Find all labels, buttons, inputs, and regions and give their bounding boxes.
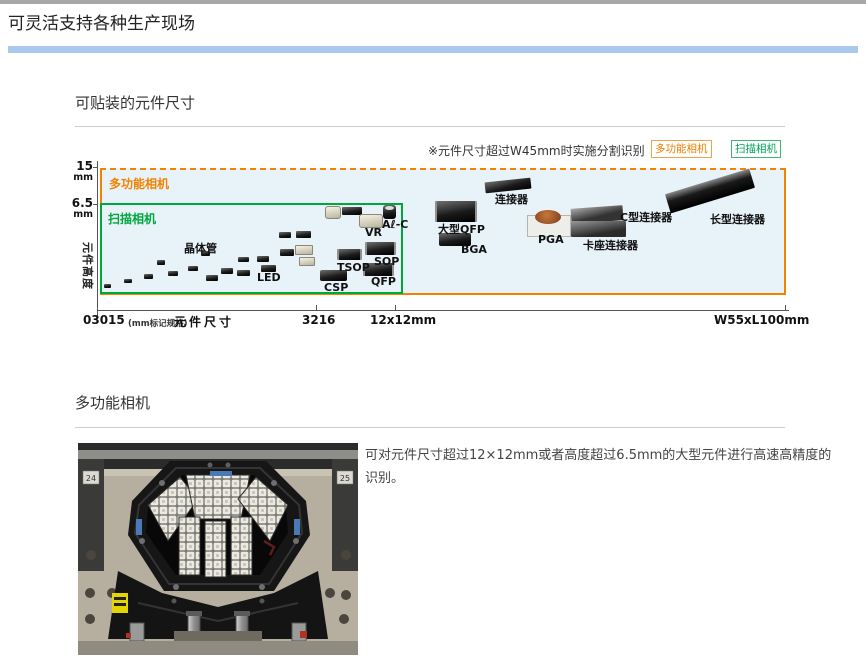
- label-csp: CSP: [324, 281, 348, 294]
- accent-bar: [8, 46, 858, 53]
- chip-small: [237, 270, 250, 276]
- label-vr: VR: [365, 226, 382, 239]
- section2-heading: 多功能相机: [75, 392, 150, 413]
- chip-small-light: [295, 245, 313, 255]
- label-c-type-connector: C型连接器: [620, 209, 672, 225]
- y-label-15-value: 15: [66, 160, 93, 173]
- component-vr-small: [325, 206, 341, 219]
- component-tsop: [337, 249, 362, 260]
- photo-tag-25: 25: [340, 474, 350, 483]
- chip-small: [221, 268, 233, 274]
- x-axis-line: [97, 310, 789, 311]
- chip-small: [104, 284, 111, 288]
- chip-small: [296, 231, 311, 238]
- label-qfp: QFP: [371, 275, 396, 288]
- page: 可灵活支持各种生产现场 可贴装的元件尺寸 ※元件尺寸超过W45mm时实施分割识别…: [0, 0, 866, 664]
- section1-heading: 可贴装的元件尺寸: [75, 92, 195, 113]
- photo-tag-24: 24: [86, 474, 96, 483]
- page-title: 可灵活支持各种生产现场: [8, 9, 195, 34]
- chip-small: [168, 271, 178, 276]
- section1-rule: [75, 126, 785, 127]
- chip-small-light: [299, 257, 315, 266]
- x-tick-12x12: [395, 305, 396, 310]
- label-al-c: Aℓ-C: [382, 218, 408, 231]
- chip-small: [144, 274, 153, 279]
- legend-badge-scan-camera: 扫描相机: [731, 140, 781, 158]
- x-label-12x12mm: 12x12mm: [370, 313, 436, 327]
- x-axis-title: 元件尺寸: [174, 313, 234, 330]
- component-pga-body: [535, 210, 561, 224]
- chip-small: [124, 279, 132, 283]
- label-bga: BGA: [461, 243, 487, 256]
- label-connector: 连接器: [495, 191, 528, 207]
- split-recognition-note: ※元件尺寸超过W45mm时实施分割识别: [428, 142, 645, 159]
- x-tick-3216: [316, 305, 317, 310]
- chip-small: [188, 266, 198, 271]
- chip-small: [238, 257, 249, 262]
- y-label-6_5-value: 6.5: [66, 197, 93, 210]
- chip-small: [280, 249, 294, 256]
- x-label-3216: 3216: [302, 313, 335, 327]
- x-tick-max: [785, 305, 786, 310]
- top-border: [0, 0, 866, 4]
- chip-small: [157, 260, 165, 265]
- y-tick-6_5: [93, 204, 97, 205]
- label-led: LED: [257, 271, 281, 284]
- label-card-socket-connector: 卡座连接器: [583, 237, 638, 253]
- multi-camera-zone-label: 多功能相机: [109, 175, 169, 192]
- chip-small: [279, 232, 291, 238]
- y-label-15mm: 15 mm: [66, 160, 93, 183]
- chip-small: [206, 275, 218, 281]
- label-sop: SOP: [374, 255, 399, 268]
- label-pga: PGA: [538, 233, 564, 246]
- camera-description: 可对元件尺寸超过12×12mm或者高度超过6.5mm的大型元件进行高速高精度的识…: [365, 445, 837, 491]
- component-sop: [365, 242, 396, 255]
- label-large-qfp: 大型QFP: [438, 221, 485, 237]
- x-label-origin: 03015: [83, 313, 125, 327]
- scan-camera-zone-label: 扫描相机: [108, 210, 156, 227]
- multi-function-camera-photo: 24 25: [78, 443, 358, 655]
- component-al-c-top: [385, 206, 394, 210]
- y-label-6_5-unit: mm: [66, 210, 93, 220]
- component-large-qfp: [435, 201, 477, 222]
- label-long-connector: 长型连接器: [710, 211, 765, 227]
- y-label-15-unit: mm: [66, 173, 93, 183]
- y-axis-line: [97, 161, 98, 316]
- chip-small: [257, 256, 269, 262]
- section2-rule: [75, 427, 785, 428]
- component-card-socket-connector: [571, 221, 626, 237]
- label-tsop: TSOP: [337, 261, 370, 274]
- y-label-6_5mm: 6.5 mm: [66, 197, 93, 220]
- y-tick-15: [93, 167, 97, 168]
- legend-badge-multi-camera: 多功能相机: [651, 140, 712, 158]
- x-label-w55xl100mm: W55xL100mm: [714, 313, 809, 327]
- label-transistor: 晶体管: [184, 240, 217, 256]
